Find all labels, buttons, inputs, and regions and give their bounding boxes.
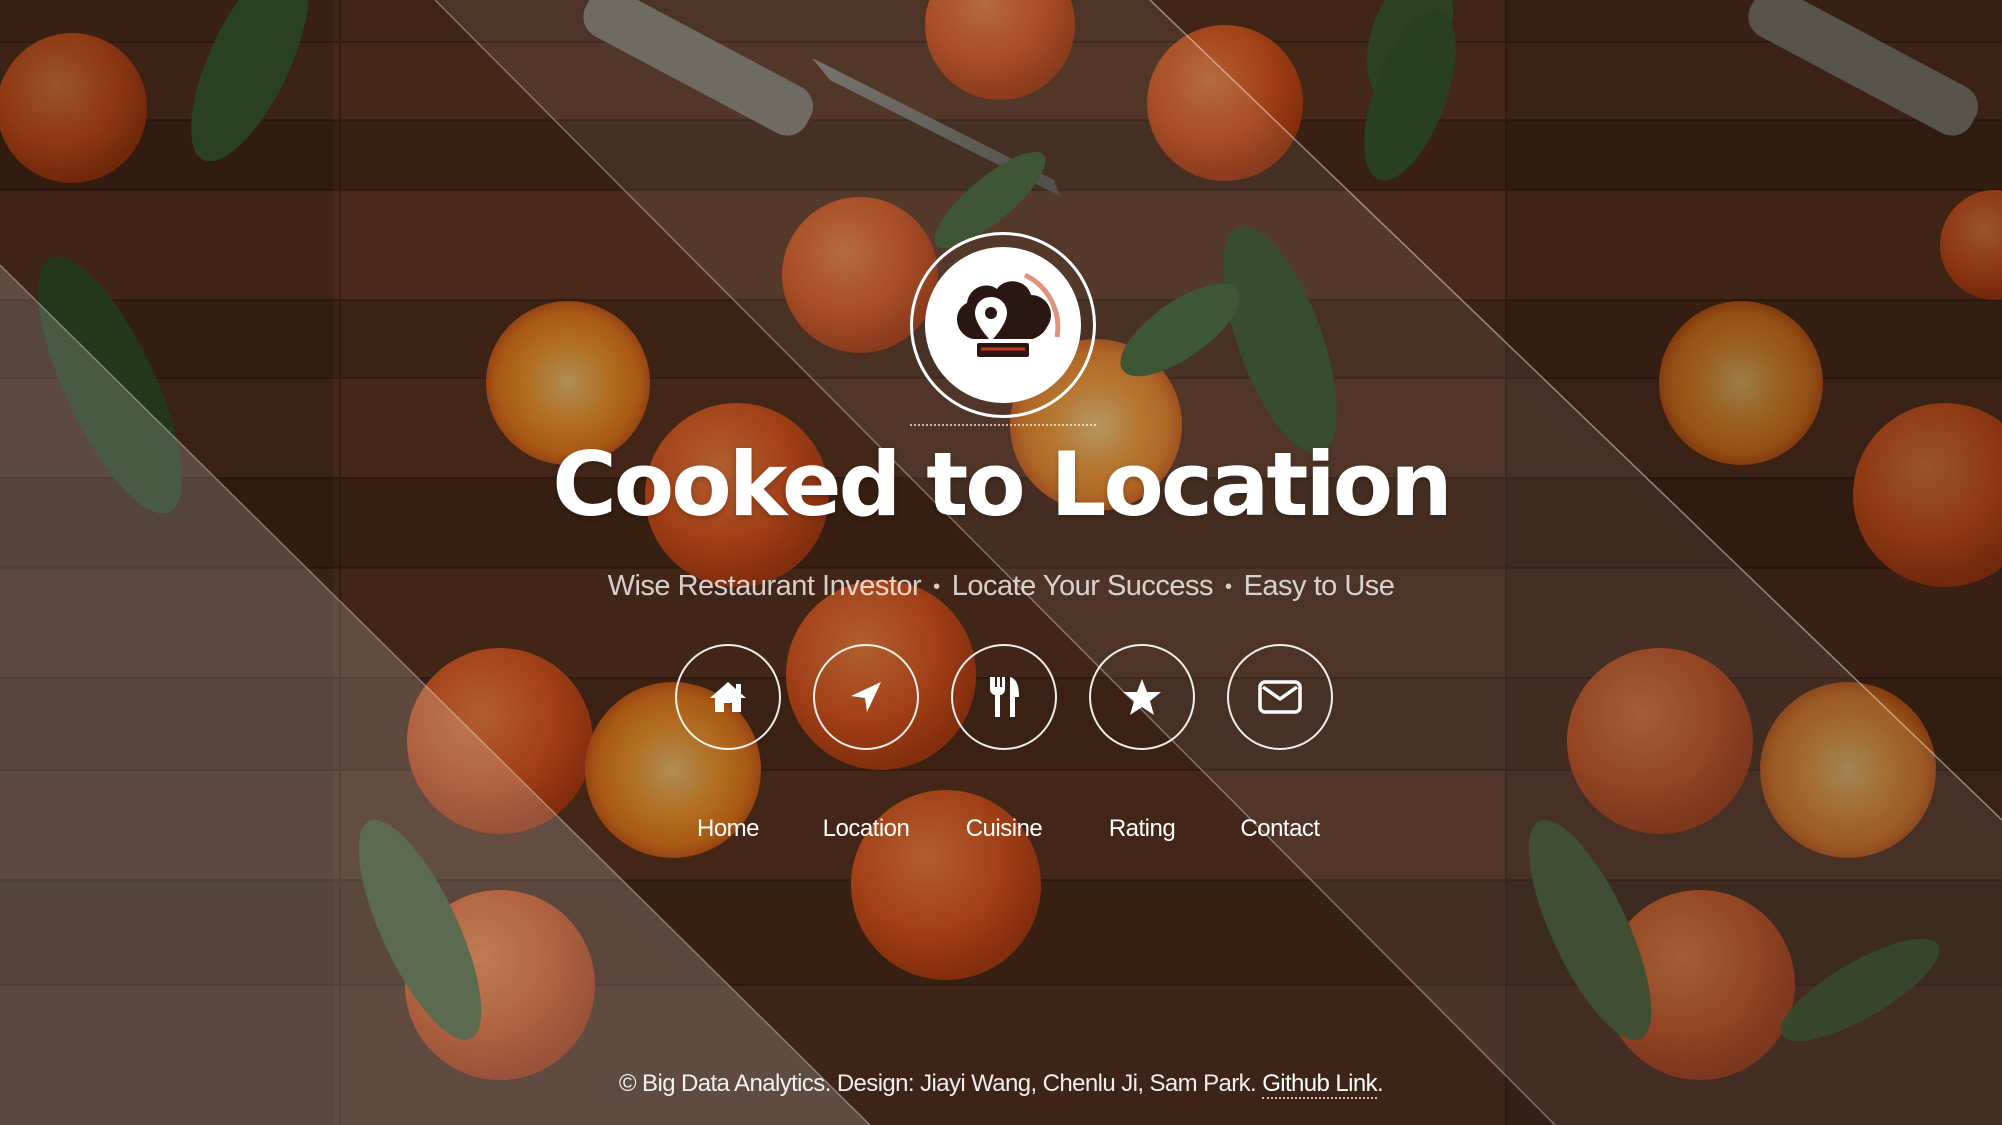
hero-header: Cooked to Location Wise Restaurant Inves… [0,0,2002,1125]
cutlery-icon [990,677,1019,717]
star-icon [1123,679,1161,715]
nav-cuisine-circle[interactable] [951,644,1057,750]
envelope-icon [1258,680,1302,714]
chef-hat-location-pin-icon [956,272,1061,357]
footer: © Big Data Analytics. Design: Jiayi Wang… [0,1068,2002,1100]
nav-label[interactable]: Rating [1064,814,1220,844]
site-logo [910,232,1096,418]
nav-label[interactable]: Home [650,814,806,844]
nav-rating[interactable]: Rating [1074,644,1214,854]
nav-contact-circle[interactable] [1227,644,1333,750]
nav-home-circle[interactable] [675,644,781,750]
github-link[interactable]: Github Link [1262,1070,1378,1099]
nav-location[interactable]: Location [798,644,938,854]
tagline-separator: • [1225,576,1232,599]
home-icon [710,682,746,712]
footer-trailing: . [1377,1070,1384,1097]
tagline-item: Locate Your Success [951,570,1214,602]
footer-copyright: © Big Data Analytics. Design: Jiayi Wang… [618,1070,1257,1097]
nav-location-circle[interactable] [813,644,919,750]
main-nav: Home Location Cuisine Rating Contact [0,644,2002,864]
nav-contact[interactable]: Contact [1212,644,1352,854]
tagline-item: Wise Restaurant Investor [607,570,922,602]
tagline: Wise Restaurant Investor • Locate Your Suc… [0,566,2002,607]
tagline-item: Easy to Use [1243,570,1395,602]
nav-cuisine[interactable]: Cuisine [936,644,1076,854]
page: Cooked to Location Wise Restaurant Inves… [0,0,2002,1125]
nav-home[interactable]: Home [660,644,800,854]
nav-rating-circle[interactable] [1089,644,1195,750]
location-arrow-icon [851,682,881,712]
nav-label[interactable]: Location [788,814,944,844]
logo-badge [925,247,1081,403]
site-title: Cooked to Location [552,433,1453,536]
nav-label[interactable]: Contact [1202,814,1358,844]
nav-label[interactable]: Cuisine [926,814,1082,844]
logo-divider [910,424,1096,426]
tagline-separator: • [933,576,940,599]
